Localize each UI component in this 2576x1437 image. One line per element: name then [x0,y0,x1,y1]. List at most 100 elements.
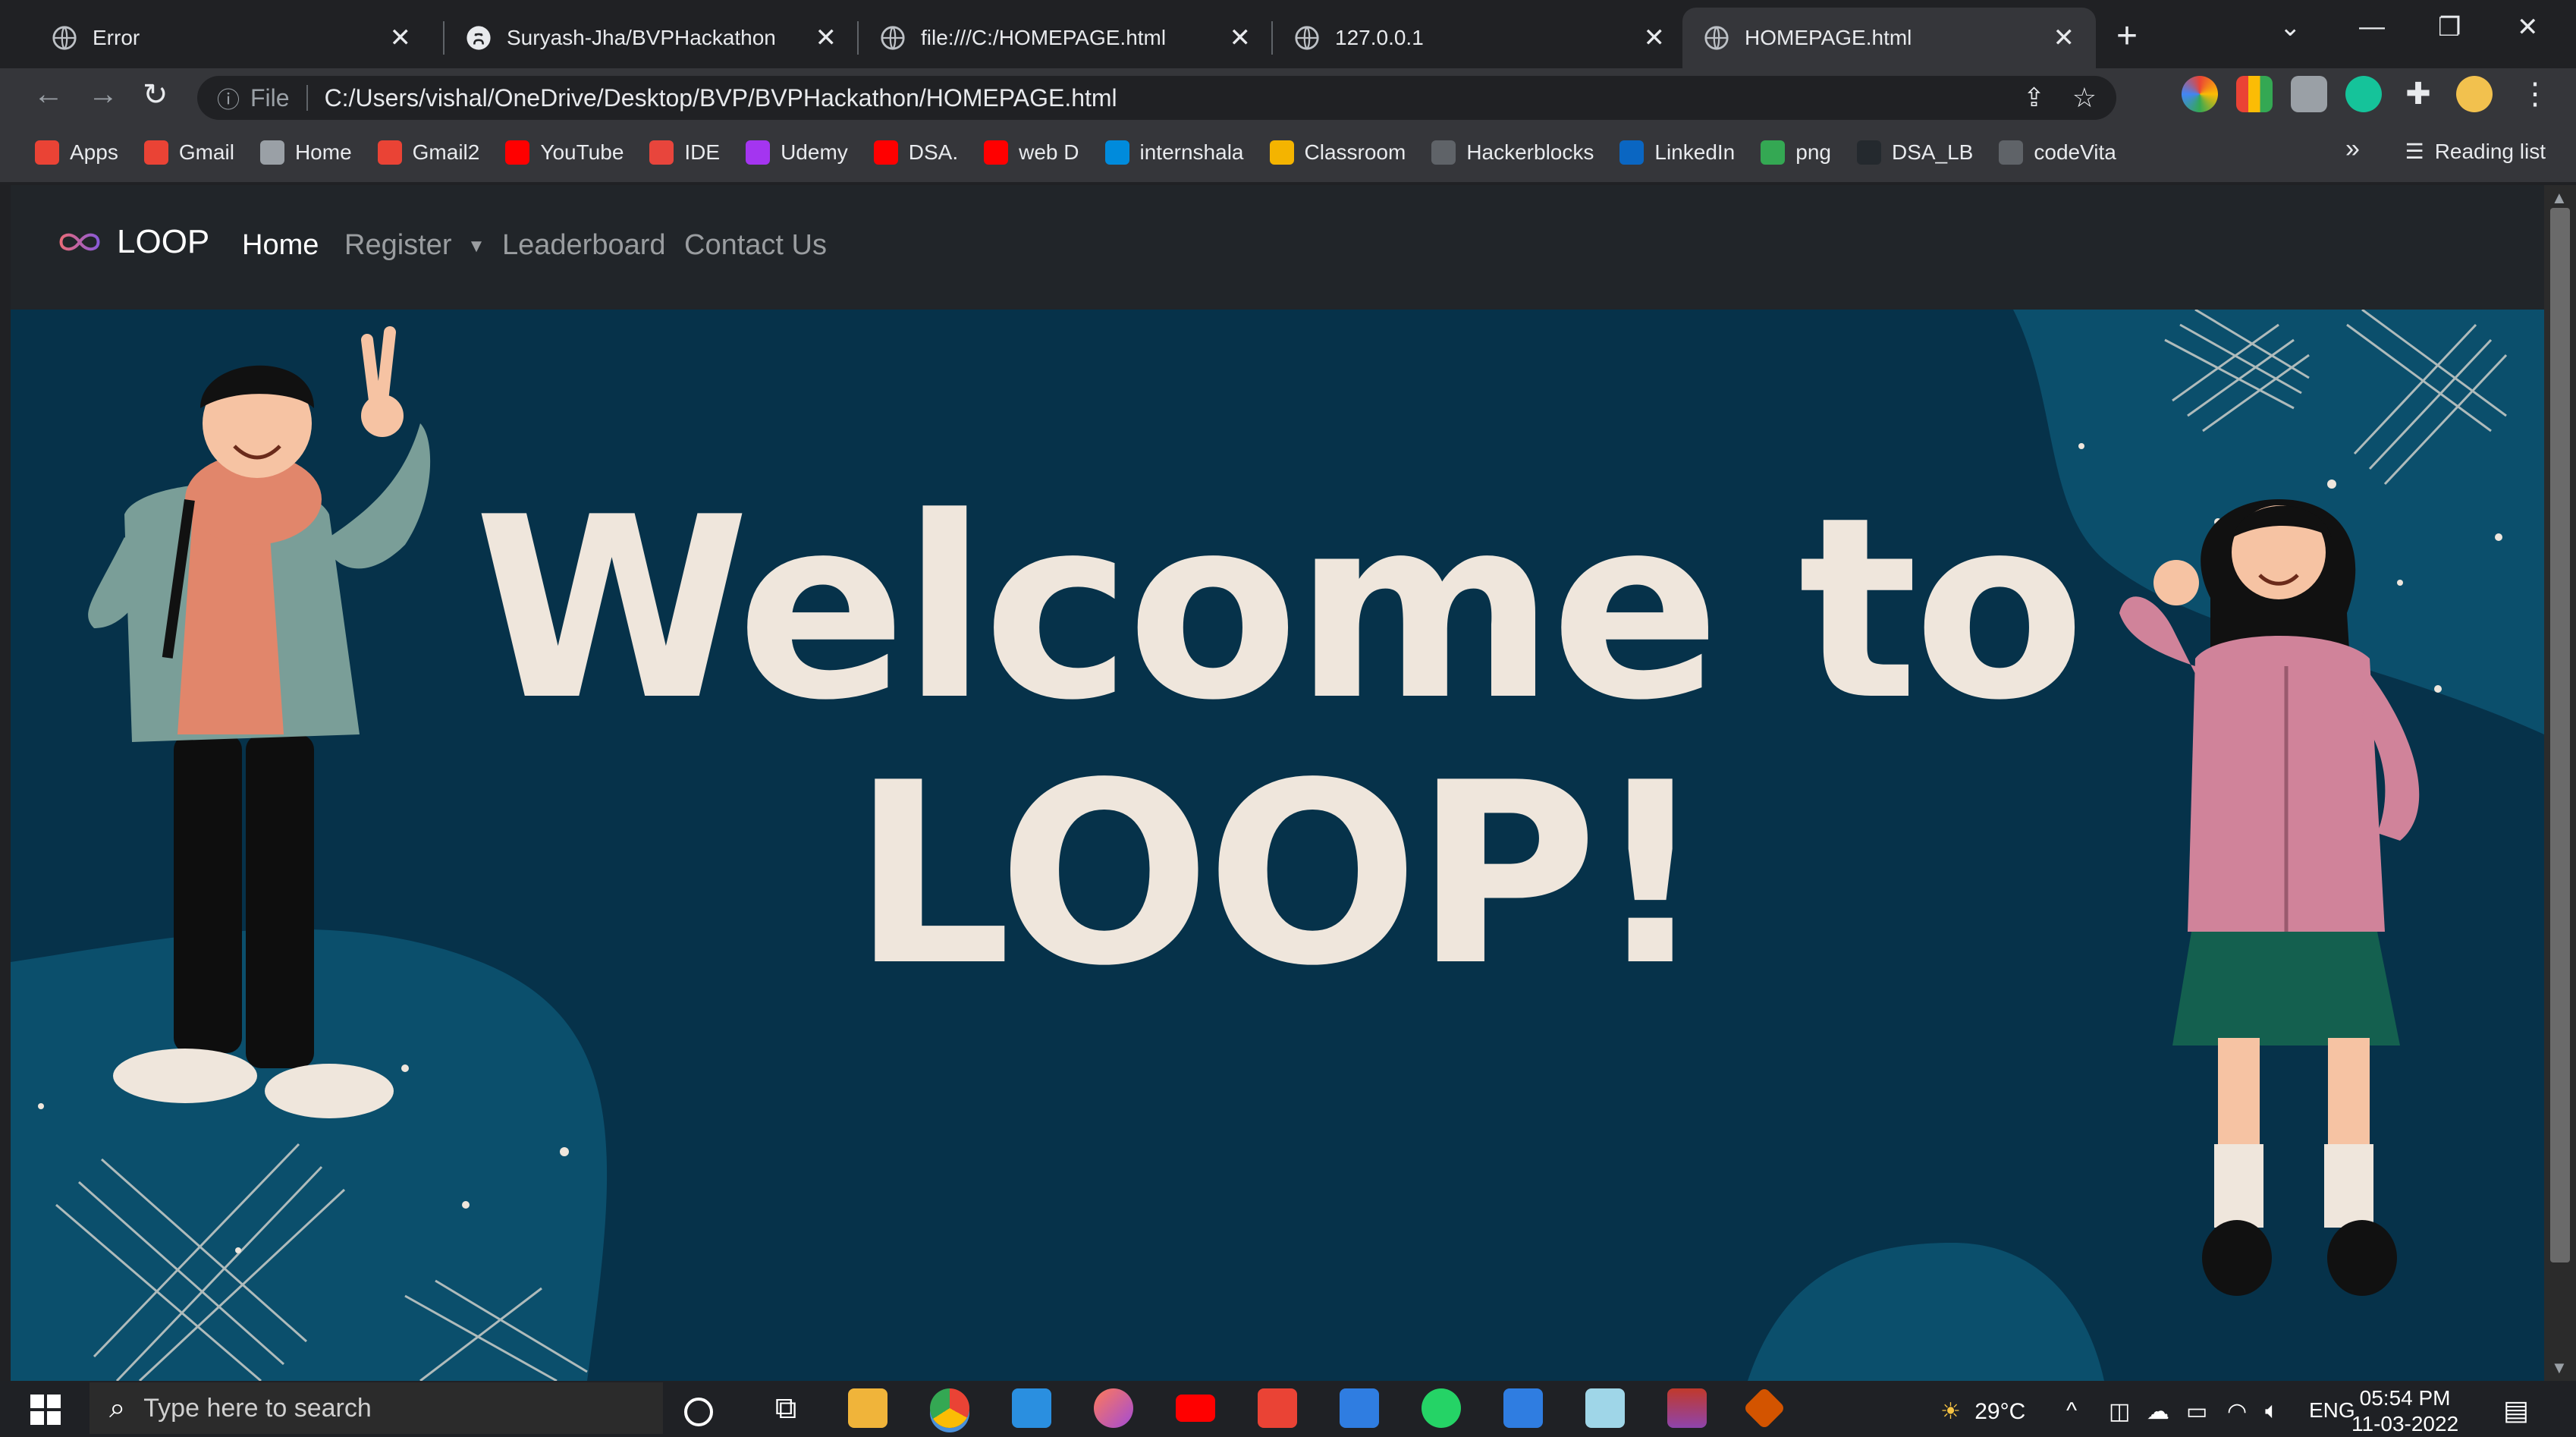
bookmark-item[interactable]: web D [984,140,1079,165]
bookmarks-overflow-icon[interactable]: » [2345,134,2360,164]
whatsapp-icon[interactable] [1422,1388,1461,1428]
new-tab-button[interactable]: + [2116,15,2138,57]
scroll-down-arrow-icon[interactable]: ▼ [2551,1358,2568,1378]
bookmark-item[interactable]: Gmail2 [377,140,480,165]
infinity-loop-icon [59,233,100,251]
minimize-icon[interactable]: — [2359,12,2385,42]
bookmark-label: internshala [1139,140,1244,164]
scroll-up-arrow-icon[interactable]: ▲ [2551,188,2568,208]
windows-start-icon[interactable] [30,1395,61,1425]
weather-temp: 29°C [1974,1399,2026,1424]
close-icon[interactable]: ✕ [815,23,837,53]
bookmark-item[interactable]: internshala [1104,140,1244,165]
tab-github-repo[interactable]: Suryash-Jha/BVPHackathon ✕ [445,8,858,68]
bookmark-label: DSA. [908,140,959,164]
bookmark-item[interactable]: IDE [649,140,720,165]
bookmark-label: Hackerblocks [1466,140,1594,164]
file-explorer-icon[interactable] [848,1388,887,1428]
clock-time: 05:54 PM [2359,1386,2451,1410]
tab-title: Suryash-Jha/BVPHackathon [507,26,776,49]
brand-logo[interactable]: LOOP [56,223,209,261]
camera-extension-icon[interactable] [2291,76,2327,112]
share-icon[interactable]: ⇪ [2023,83,2045,113]
tab-homepage-active[interactable]: HOMEPAGE.html ✕ [1682,8,2096,68]
tray-network-icon[interactable]: ◫ [2109,1398,2130,1425]
nav-home[interactable]: Home [242,229,319,262]
gmail-icon [377,140,402,165]
weather-widget[interactable]: ☀ 29°C [1940,1398,2025,1425]
tab-title: Error [93,26,140,49]
tab-file-homepage[interactable]: file:///C:/HOMEPAGE.html ✕ [859,8,1272,68]
bookmark-item[interactable]: DSA_LB [1856,140,1973,165]
tray-wifi-icon[interactable]: ◠ [2227,1398,2247,1425]
cortana-icon[interactable] [684,1398,713,1426]
reload-icon[interactable]: ↻ [143,77,168,112]
github-icon [467,26,491,50]
url-text[interactable]: C:/Users/vishal/OneDrive/Desktop/BVP/BVP… [325,84,1117,112]
globe-icon [259,140,284,165]
restore-icon[interactable]: ❐ [2438,12,2461,42]
tray-volume-icon[interactable]: 🔈︎ [2265,1398,2279,1424]
winrar-icon[interactable] [1667,1388,1707,1428]
bookmark-item[interactable]: png [1761,140,1831,165]
tab-error[interactable]: Error ✕ [30,8,432,68]
tab-localhost[interactable]: 127.0.0.1 ✕ [1273,8,1686,68]
window-close-icon[interactable]: ✕ [2517,12,2539,42]
info-icon[interactable]: ⓘ [217,81,240,115]
bookmark-item[interactable]: Udemy [746,140,848,165]
close-icon[interactable]: ✕ [1230,23,1252,53]
task-view-icon[interactable]: ⧉ [766,1388,806,1428]
grammarly-icon[interactable] [2345,76,2382,112]
back-arrow-icon[interactable]: ← [33,77,64,112]
bookmark-item[interactable]: codeVita [1999,140,2116,165]
color-extension-icon[interactable] [2182,76,2218,112]
page-scrollbar[interactable]: ▲ ▼ [2544,185,2576,1381]
bookmark-item[interactable]: YouTube [505,140,624,165]
tray-chevron-up-icon[interactable]: ^ [2066,1398,2077,1424]
close-icon[interactable]: ✕ [1644,23,1666,53]
address-bar[interactable]: ⓘ File C:/Users/vishal/OneDrive/Desktop/… [197,76,2116,120]
bookmark-item[interactable]: Gmail [143,140,234,165]
bookmark-item[interactable]: Hackerblocks [1431,140,1594,165]
notification-center-icon[interactable]: ▤ [2503,1395,2529,1426]
github-icon [1856,140,1881,165]
notepad-icon[interactable] [1585,1388,1625,1428]
nav-register-dropdown[interactable]: Register ▼ [344,229,485,262]
bookmark-star-icon[interactable]: ☆ [2072,82,2097,114]
youtube-taskbar-icon[interactable] [1176,1395,1215,1422]
bookmark-item[interactable]: Classroom [1269,140,1406,165]
vscode-icon[interactable] [1012,1388,1051,1428]
bookmark-item[interactable]: Home [259,140,352,165]
webpage-viewport: LOOP Home Register ▼ Leaderboard Contact… [11,185,2544,1381]
apps-grid-icon [35,140,59,165]
gmail-taskbar-icon[interactable] [1258,1388,1297,1428]
profile-avatar[interactable] [2456,76,2493,112]
caret-down-icon: ▼ [467,235,485,256]
tray-cloud-icon[interactable]: ☁ [2147,1398,2169,1425]
bookmark-item[interactable]: DSA. [873,140,959,165]
clock-date: 11-03-2022 [2351,1412,2459,1435]
close-icon[interactable]: ✕ [2053,23,2075,53]
menu-kebab-icon[interactable]: ⋮ [2517,76,2553,112]
close-icon[interactable]: ✕ [390,23,412,53]
tray-battery-icon[interactable]: ▭ [2186,1398,2207,1425]
scrollbar-thumb[interactable] [2550,208,2570,1262]
tab-search-chevron-icon[interactable]: ⌄ [2279,12,2301,42]
photos-icon[interactable] [1503,1388,1543,1428]
chrome-taskbar-icon[interactable] [930,1388,969,1428]
extensions-puzzle-icon[interactable]: ✚ [2400,76,2436,112]
taskbar-clock[interactable]: 05:54 PM 11-03-2022 [2351,1385,2458,1437]
nav-contact-us[interactable]: Contact Us [684,229,827,262]
bookmark-item[interactable]: Apps [35,140,118,165]
bookmark-label: Gmail2 [412,140,480,164]
app-icon-purple[interactable] [1094,1388,1133,1428]
forward-arrow-icon[interactable]: → [88,77,118,112]
hero-banner: Welcome to LOOP! [11,310,2544,1381]
palette-extension-icon[interactable] [2236,76,2273,112]
tray-language[interactable]: ENG [2309,1398,2355,1423]
calendar-icon[interactable] [1340,1388,1379,1428]
reading-list-button[interactable]: ☰ Reading list [2405,139,2546,164]
bookmark-item[interactable]: LinkedIn [1619,140,1735,165]
taskbar-search-box[interactable]: ⌕ Type here to search [90,1382,663,1434]
nav-leaderboard[interactable]: Leaderboard [502,229,666,262]
